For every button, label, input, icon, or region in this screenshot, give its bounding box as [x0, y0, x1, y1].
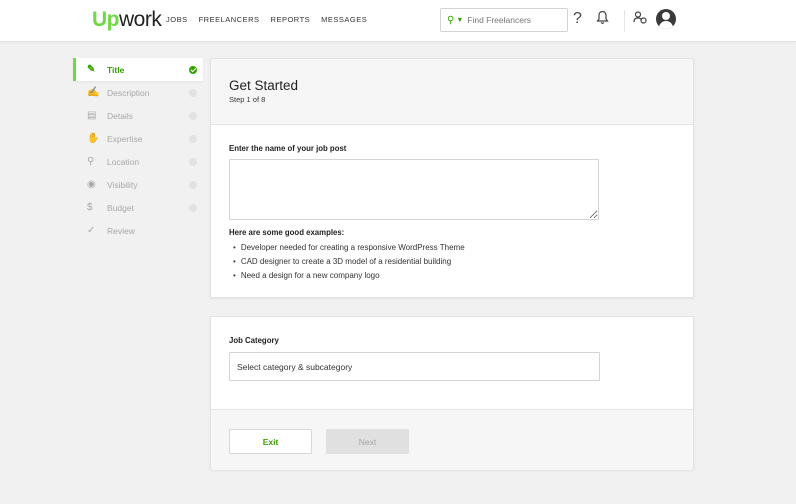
step-title[interactable]: ✎ Title	[73, 58, 203, 81]
examples-list: Developer needed for creating a responsi…	[233, 241, 465, 283]
search-box[interactable]: ⚲ ▼	[440, 8, 568, 32]
card-footer: Exit Next	[211, 409, 693, 470]
step-label: Expertise	[107, 133, 143, 144]
header-divider	[624, 10, 625, 32]
step-location[interactable]: ⚲ Location	[73, 150, 203, 173]
pin-icon: ⚲	[87, 156, 95, 167]
search-icon[interactable]: ⚲	[447, 15, 454, 26]
hand-icon: ✋	[87, 133, 100, 144]
step-expertise[interactable]: ✋ Expertise	[73, 127, 203, 150]
job-post-steps: ✎ Title ✍ Description ▤ Details ✋ Expert…	[73, 58, 203, 242]
list-icon: ▤	[87, 110, 97, 121]
status-dot-icon	[189, 158, 197, 166]
step-indicator: Step 1 of 8	[229, 95, 266, 104]
pencil-icon: ✎	[87, 64, 96, 75]
card-header: Get Started Step 1 of 8	[211, 59, 693, 125]
page-title: Get Started	[229, 78, 299, 93]
team-icon[interactable]	[633, 10, 648, 29]
job-category-label: Job Category	[229, 336, 279, 345]
nav-reports[interactable]: REPORTS	[271, 15, 311, 24]
list-item: Developer needed for creating a responsi…	[233, 241, 465, 255]
step-label: Visibility	[107, 179, 138, 190]
status-dot-icon	[189, 135, 197, 143]
exit-button[interactable]: Exit	[229, 429, 312, 454]
search-input[interactable]	[467, 15, 558, 25]
step-label: Details	[107, 110, 133, 121]
list-item: CAD designer to create a 3D model of a r…	[233, 255, 465, 269]
step-label: Description	[107, 87, 150, 98]
nav-jobs[interactable]: JOBS	[166, 15, 188, 24]
help-icon[interactable]: ?	[573, 10, 582, 28]
chevron-down-icon[interactable]: ▼	[456, 17, 463, 24]
user-avatar[interactable]	[656, 9, 676, 29]
top-nav-bar: Upwork JOBS FREELANCERS REPORTS MESSAGES…	[0, 0, 796, 42]
step-details[interactable]: ▤ Details	[73, 104, 203, 127]
step-review[interactable]: ✓ Review	[73, 219, 203, 242]
status-dot-icon	[189, 89, 197, 97]
check-icon: ✓	[87, 225, 96, 236]
job-title-card: Get Started Step 1 of 8 Enter the name o…	[210, 58, 694, 298]
notification-bell-icon[interactable]	[596, 10, 609, 29]
step-visibility[interactable]: ◉ Visibility	[73, 173, 203, 196]
status-dot-icon	[189, 204, 197, 212]
step-budget[interactable]: $ Budget	[73, 196, 203, 219]
edit-icon: ✍	[87, 87, 100, 98]
step-label: Title	[107, 64, 125, 75]
list-item: Need a design for a new company logo	[233, 269, 465, 283]
nav-freelancers[interactable]: FREELANCERS	[199, 15, 260, 24]
job-category-card: Job Category Select category & subcatego…	[210, 316, 694, 470]
main-nav: JOBS FREELANCERS REPORTS MESSAGES	[166, 15, 367, 24]
next-button[interactable]: Next	[326, 429, 409, 454]
category-select[interactable]: Select category & subcategory	[229, 352, 600, 381]
status-dot-icon	[189, 181, 197, 189]
upwork-logo[interactable]: Upwork	[92, 8, 162, 32]
examples-label: Here are some good examples:	[229, 228, 345, 237]
job-name-input[interactable]	[229, 159, 599, 220]
dollar-icon: $	[87, 202, 93, 213]
step-label: Location	[107, 156, 140, 167]
step-label: Budget	[107, 202, 134, 213]
status-dot-icon	[189, 112, 197, 120]
nav-messages[interactable]: MESSAGES	[321, 15, 367, 24]
eye-icon: ◉	[87, 179, 96, 190]
step-description[interactable]: ✍ Description	[73, 81, 203, 104]
job-name-label: Enter the name of your job post	[229, 144, 347, 153]
check-complete-icon	[189, 66, 197, 74]
step-label: Review	[107, 225, 135, 236]
